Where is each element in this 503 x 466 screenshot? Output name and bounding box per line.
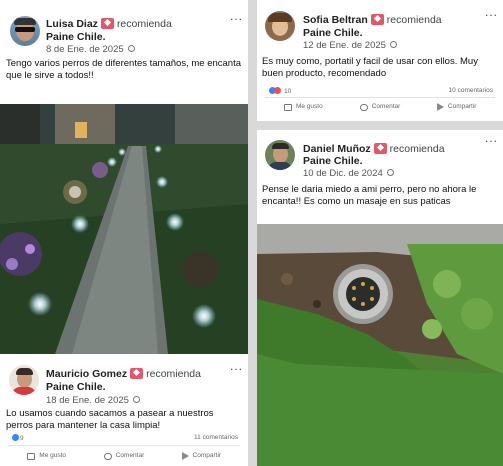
post-date[interactable]: 8 de Ene. de 2025	[46, 44, 124, 55]
recommend-label: recomienda	[116, 18, 172, 30]
post-card-luisa: Luisa Diaz recomienda Paine Chile. 8 de E…	[0, 0, 248, 104]
globe-icon	[132, 396, 140, 403]
share-button[interactable]: Compartir	[163, 451, 240, 461]
author-name[interactable]: Luisa Diaz	[46, 18, 98, 30]
post-card-daniel: Daniel Muñoz recomienda Paine Chile. 10 d…	[257, 130, 503, 224]
share-button[interactable]: Compartir	[418, 102, 495, 112]
post-photo-garden-path[interactable]	[0, 104, 248, 354]
post-photo-solar-light[interactable]	[257, 224, 503, 466]
post-date[interactable]: 18 de Ene. de 2025	[46, 395, 129, 406]
comment-count[interactable]: 11 comentarios	[194, 434, 238, 442]
page-name[interactable]: Paine Chile.	[303, 27, 363, 39]
post-date[interactable]: 12 de Ene. de 2025	[303, 40, 386, 51]
like-label: Me gusto	[39, 452, 67, 459]
comment-icon	[103, 452, 112, 460]
divider	[265, 97, 495, 98]
like-reaction-icon	[12, 434, 19, 441]
avatar[interactable]	[265, 11, 295, 41]
post-text: Lo usamos cuando sacamos a pasear a nues…	[6, 408, 214, 431]
like-label: Me gusto	[295, 103, 323, 110]
more-options-icon[interactable]: ...	[485, 6, 498, 18]
comment-label: Comentar	[115, 452, 145, 459]
post-text: Pense le daria miedo a ami perro, pero n…	[262, 184, 477, 207]
more-options-icon[interactable]: ...	[230, 360, 243, 372]
share-icon	[436, 103, 444, 111]
comment-button[interactable]: Comentar	[342, 102, 419, 112]
page-name[interactable]: Paine Chile.	[303, 155, 363, 167]
recommend-label: recomienda	[386, 14, 442, 26]
recommend-icon	[130, 368, 144, 379]
comment-icon	[359, 103, 368, 111]
divider	[8, 445, 240, 446]
avatar[interactable]	[9, 365, 39, 395]
globe-icon	[127, 45, 135, 52]
like-button[interactable]: Me gusto	[8, 451, 85, 461]
avatar[interactable]	[10, 16, 40, 46]
post-date[interactable]: 10 de Dic. de 2024	[303, 168, 383, 179]
garden-path-image	[0, 104, 248, 354]
recommend-icon	[370, 14, 384, 25]
reaction-count[interactable]: 9	[20, 435, 24, 442]
author-name[interactable]: Daniel Muñoz	[303, 143, 371, 155]
comment-button[interactable]: Comentar	[85, 451, 162, 461]
love-reaction-icon	[274, 87, 281, 94]
post-text: Es muy como, portatil y facil de usar co…	[262, 56, 478, 79]
post-text: Tengo varios perros de diferentes tamaño…	[6, 58, 241, 81]
globe-icon	[386, 169, 394, 176]
post-card-sofia: Sofia Beltran recomienda Paine Chile. 12 …	[257, 0, 503, 121]
post-card-mauricio: Mauricio Gomez recomienda Paine Chile. 18…	[0, 354, 248, 466]
author-name[interactable]: Sofia Beltran	[303, 14, 368, 26]
share-label: Compartir	[192, 452, 222, 459]
more-options-icon[interactable]: ...	[230, 10, 243, 22]
recommend-label: recomienda	[146, 368, 201, 380]
page-name[interactable]: Paine Chile.	[46, 381, 106, 393]
like-icon	[283, 103, 292, 111]
solar-light-image	[257, 224, 503, 466]
share-label: Compartir	[447, 103, 477, 110]
more-options-icon[interactable]: ...	[485, 132, 498, 144]
share-icon	[181, 452, 189, 460]
comment-count[interactable]: 10 comentarios	[449, 87, 493, 95]
like-icon	[27, 452, 36, 460]
globe-icon	[389, 41, 397, 48]
reaction-count[interactable]: 10	[284, 88, 291, 95]
page-name[interactable]: Paine Chile.	[46, 31, 106, 43]
recommend-icon	[373, 143, 387, 154]
recommend-label: recomienda	[389, 143, 445, 155]
avatar[interactable]	[265, 140, 295, 170]
comment-label: Comentar	[371, 103, 401, 110]
author-name[interactable]: Mauricio Gomez	[46, 368, 127, 380]
recommend-icon	[100, 18, 114, 29]
like-button[interactable]: Me gusto	[265, 102, 342, 112]
